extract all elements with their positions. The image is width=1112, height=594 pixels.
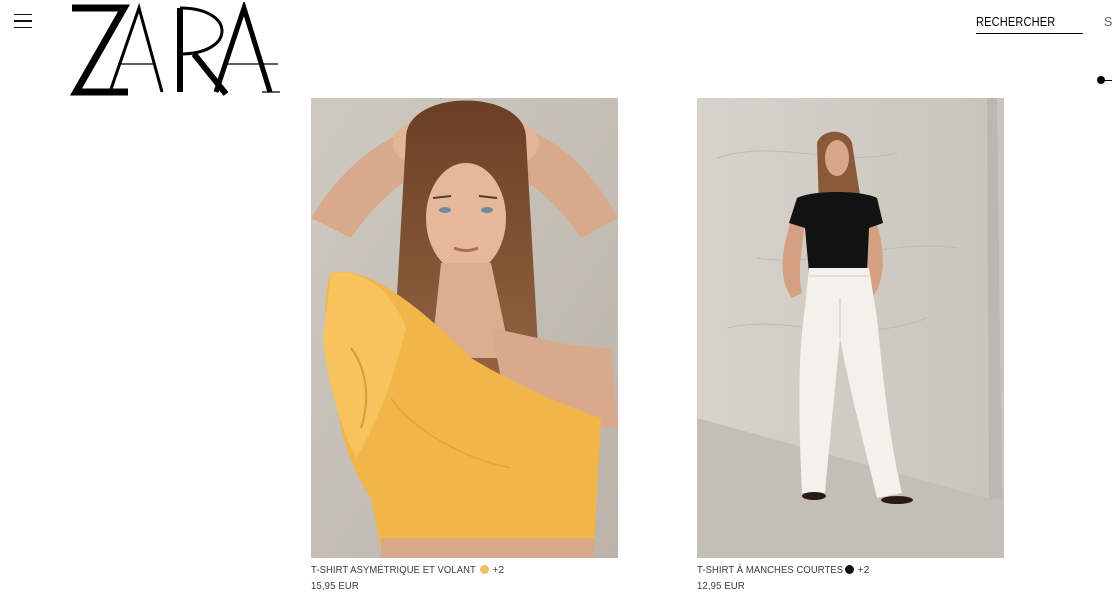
product-card: T-SHIRT À MANCHES COURTES +2 12,95 EUR [697,98,1004,594]
product-image[interactable] [311,98,618,558]
zara-logo-icon [69,2,280,96]
product-info: T-SHIRT À MANCHES COURTES +2 [697,563,1004,576]
more-colors[interactable]: +2 [492,564,504,576]
product-info: T-SHIRT ASYMÉTRIQUE ET VOLANT +2 [311,563,618,576]
menu-button[interactable] [14,14,32,32]
search-link[interactable]: RECHERCHER [976,14,1083,34]
login-link[interactable]: S [1104,14,1112,31]
product-name[interactable]: T-SHIRT À MANCHES COURTES [697,564,843,576]
color-swatch[interactable] [845,565,855,574]
product-image[interactable] [697,98,1004,558]
product-price: 12,95 EUR [697,580,745,592]
product-price: 15,95 EUR [311,580,359,592]
product-photo-black-tshirt [697,98,1004,558]
zara-logo[interactable] [66,2,280,96]
hamburger-menu-icon [14,14,32,16]
view-slider-track[interactable] [1104,80,1112,81]
more-colors[interactable]: +2 [857,564,869,576]
color-swatch[interactable] [480,565,490,574]
product-photo-yellow-top [311,98,618,558]
product-card: T-SHIRT ASYMÉTRIQUE ET VOLANT +2 15,95 E… [311,98,618,594]
product-name[interactable]: T-SHIRT ASYMÉTRIQUE ET VOLANT [311,564,476,576]
